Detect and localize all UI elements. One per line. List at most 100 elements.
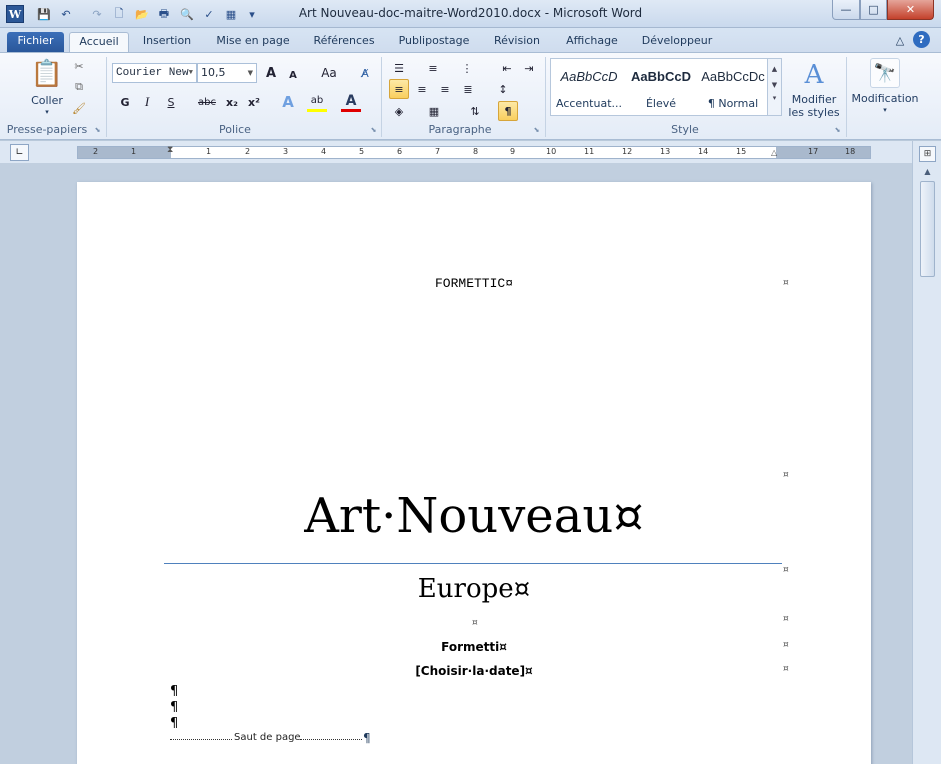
page-break-line [170, 739, 232, 740]
ruler-number: 5 [359, 147, 365, 156]
increase-indent-icon[interactable]: ⇥ [519, 58, 539, 78]
cell-mark: ¤ [783, 664, 789, 674]
align-right-icon[interactable]: ≡ [435, 79, 455, 99]
scroll-up-icon[interactable]: ▲ [919, 164, 936, 180]
tab-affichage[interactable]: Affichage [560, 32, 624, 52]
strikethrough-button[interactable]: abc [195, 92, 219, 112]
multilevel-list-icon[interactable]: ⋮ [457, 58, 477, 78]
borders-icon[interactable]: ▦ [424, 101, 444, 121]
style-sample-normal[interactable]: AaBbCcDc [697, 69, 769, 84]
tab-developpeur[interactable]: Développeur [636, 32, 718, 52]
font-size-combo[interactable]: 10,5 ▼ [197, 63, 257, 83]
tab-mise-en-page[interactable]: Mise en page [212, 32, 294, 52]
italic-button[interactable]: I [137, 92, 157, 112]
style-name-eleve[interactable]: Élevé [625, 97, 697, 110]
maximize-button[interactable]: □ [860, 0, 887, 20]
close-button[interactable]: ✕ [887, 0, 934, 20]
text-effects-button[interactable]: A [278, 92, 298, 112]
indent-marker-icon[interactable]: ⧗ [167, 145, 173, 155]
shrink-font-button[interactable]: A [283, 65, 303, 85]
tab-fichier[interactable]: Fichier [7, 32, 64, 52]
ruler-number: 4 [321, 147, 327, 156]
editing-button[interactable]: Modification [850, 91, 920, 105]
header-text[interactable]: FORMETTIC¤ [435, 276, 513, 291]
page-break-line [300, 739, 362, 740]
tab-accueil[interactable]: Accueil [69, 32, 129, 52]
cell-mark: ¤ [783, 640, 789, 650]
binoculars-icon[interactable]: 🔭 [870, 58, 900, 88]
chevron-down-icon[interactable]: ▾ [878, 105, 892, 115]
document-subtitle[interactable]: Europe¤ [77, 574, 871, 604]
underline-button[interactable]: S [161, 92, 181, 112]
view-ruler-icon[interactable]: ⊞ [919, 146, 936, 162]
scroll-thumb[interactable] [920, 181, 935, 277]
paste-icon[interactable]: 📋 [30, 56, 64, 92]
ruler-number: 7 [435, 147, 441, 156]
minimize-ribbon-icon[interactable]: △ [893, 32, 907, 52]
dialog-launcher-icon[interactable]: ⬊ [369, 125, 378, 134]
copy-icon[interactable]: ⧉ [70, 78, 88, 96]
tab-revision[interactable]: Révision [488, 32, 546, 52]
ruler-number: 18 [845, 147, 856, 156]
paste-button[interactable]: Coller [26, 93, 68, 107]
show-formatting-marks-button[interactable]: ¶ [498, 101, 518, 121]
dialog-launcher-icon[interactable]: ⬊ [833, 125, 842, 134]
bullets-icon[interactable]: ☰ [389, 58, 409, 78]
cut-icon[interactable]: ✂ [70, 57, 88, 75]
font-color-button[interactable]: A [341, 92, 361, 112]
horizontal-ruler[interactable]: 2 1 1 2 3 4 5 6 7 8 9 10 11 12 13 14 15 … [77, 145, 871, 159]
style-sample-accentuation[interactable]: AaBbCcD [553, 69, 625, 84]
gallery-more-icon[interactable]: ▾ [768, 94, 781, 102]
change-case-button[interactable]: Aa [316, 63, 342, 83]
change-styles-icon[interactable]: A [797, 58, 831, 92]
gallery-up-icon[interactable]: ▲ [768, 65, 781, 73]
change-styles-button[interactable]: Modifier les styles [784, 92, 844, 120]
document-title[interactable]: Art·Nouveau¤ [77, 488, 871, 544]
sort-icon[interactable]: ⇅ [465, 101, 485, 121]
group-label-clipboard: Presse-papiers [6, 123, 88, 136]
style-sample-eleve[interactable]: AaBbCcD [625, 69, 697, 84]
line-spacing-icon[interactable]: ↕ [493, 79, 513, 99]
minimize-button[interactable]: — [832, 0, 860, 20]
decrease-indent-icon[interactable]: ⇤ [497, 58, 517, 78]
tab-selector-button[interactable]: ∟ [10, 144, 29, 161]
paste-options-chevron-icon[interactable]: ▾ [40, 107, 54, 117]
font-family-combo[interactable]: Courier New ▼ [112, 63, 197, 83]
bold-button[interactable]: G [115, 92, 135, 112]
gallery-down-icon[interactable]: ▼ [768, 81, 781, 89]
gallery-scroll[interactable]: ▲ ▼ ▾ [767, 59, 781, 115]
document-author[interactable]: Formetti¤ [77, 640, 871, 654]
ruler-number: 2 [93, 147, 99, 156]
title-rule [164, 563, 782, 564]
document-date-field[interactable]: [Choisir·la·date]¤ [77, 664, 871, 678]
format-painter-icon[interactable]: 🖌 [70, 99, 88, 117]
tab-insertion[interactable]: Insertion [137, 32, 197, 52]
tab-references[interactable]: Références [308, 32, 380, 52]
style-name-accentuation[interactable]: Accentuat... [553, 97, 625, 110]
help-icon[interactable]: ? [913, 31, 930, 48]
tab-publipostage[interactable]: Publipostage [392, 32, 476, 52]
dialog-launcher-icon[interactable]: ⬊ [532, 125, 541, 134]
chevron-down-icon: ▼ [247, 69, 253, 77]
grow-font-button[interactable]: A [261, 63, 281, 83]
subscript-button[interactable]: x₂ [222, 92, 242, 112]
numbering-icon[interactable]: ≡ [423, 58, 443, 78]
group-label-style: Style [671, 123, 699, 136]
document-page[interactable]: FORMETTIC¤ ¤ ¤ Art·Nouveau¤ ¤ Europe¤ ¤ … [77, 182, 871, 764]
dialog-launcher-icon[interactable]: ⬊ [93, 125, 102, 134]
clear-formatting-icon[interactable]: A̸ [355, 63, 375, 83]
cell-mark: ¤ [783, 278, 789, 288]
styles-gallery: AaBbCcD Accentuat... AaBbCcD Élevé AaBbC… [550, 58, 782, 116]
ruler-number: 9 [510, 147, 516, 156]
align-left-icon[interactable]: ≡ [389, 79, 409, 99]
justify-icon[interactable]: ≣ [458, 79, 478, 99]
superscript-button[interactable]: x² [244, 92, 264, 112]
ruler-number: 15 [736, 147, 747, 156]
group-separator [106, 57, 107, 137]
highlight-button[interactable]: ab [307, 92, 327, 112]
vertical-scrollbar[interactable]: ⊞ ▲ [912, 141, 941, 764]
align-center-icon[interactable]: ≡ [412, 79, 432, 99]
style-name-normal[interactable]: ¶ Normal [697, 97, 769, 110]
shading-icon[interactable]: ◈ [389, 101, 409, 121]
right-indent-marker-icon[interactable]: △ [771, 148, 777, 157]
